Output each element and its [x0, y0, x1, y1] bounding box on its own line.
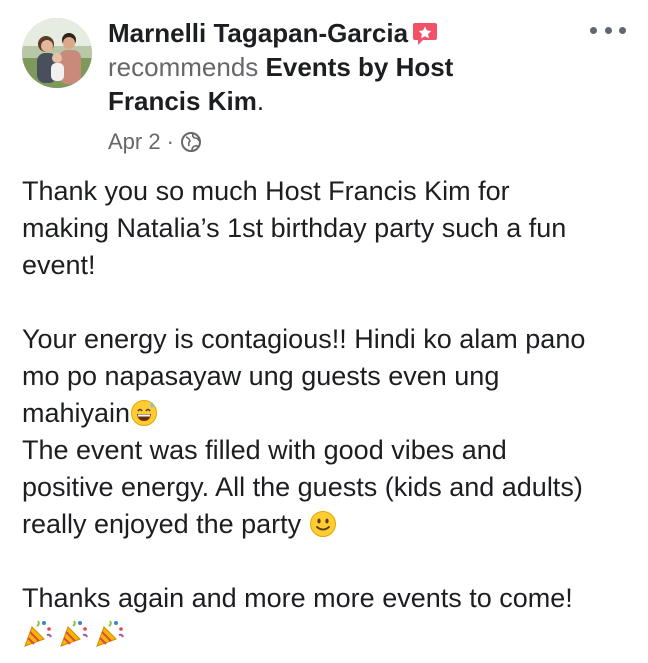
body-text-party: really enjoyed the party [22, 509, 309, 539]
body-text-mahiyain: mahiyain [22, 398, 131, 428]
party-popper-emoji [22, 617, 54, 649]
body-line-with-emoji: really enjoyed the party [22, 506, 632, 543]
post-body: Thank you so much Host Francis Kim for m… [22, 173, 632, 649]
page-link-continued[interactable]: Francis Kim [108, 86, 257, 116]
body-line: Thank you so much Host Francis Kim for [22, 176, 510, 206]
body-line: mo po napasayaw ung guests even ung [22, 361, 500, 391]
body-line: making Natalia’s 1st birthday party such… [22, 213, 567, 243]
party-emoji-row [22, 617, 632, 649]
more-options-icon[interactable] [590, 22, 626, 38]
recommendation-post: Marnelli Tagapan-Garcia recommends Event… [0, 0, 648, 663]
body-line: The event was filled with good vibes and [22, 435, 507, 465]
party-popper-emoji [58, 617, 90, 649]
body-line: event! [22, 250, 96, 280]
period: . [256, 86, 265, 116]
post-date[interactable]: Apr 2 [108, 128, 161, 156]
party-popper-emoji [94, 617, 126, 649]
body-line: Your energy is contagious!! Hindi ko ala… [22, 324, 586, 354]
body-line-with-emoji: mahiyain [22, 395, 632, 432]
grinning-sweat-emoji [130, 399, 158, 427]
body-line: positive energy. All the guests (kids an… [22, 472, 583, 502]
recommends-text: recommends [108, 52, 259, 82]
post-header: Marnelli Tagapan-Garcia recommends Event… [108, 16, 578, 118]
page-link[interactable]: Events by Host [266, 52, 454, 82]
meta-separator: · [166, 129, 174, 154]
author-avatar[interactable] [22, 18, 92, 88]
post-meta: Apr 2 · [108, 128, 202, 156]
recommend-star-icon [412, 20, 438, 46]
globe-icon[interactable] [180, 131, 202, 153]
author-name[interactable]: Marnelli Tagapan-Garcia [108, 18, 408, 48]
slightly-smiling-emoji [309, 510, 337, 538]
body-line: Thanks again and more more events to com… [22, 583, 573, 613]
